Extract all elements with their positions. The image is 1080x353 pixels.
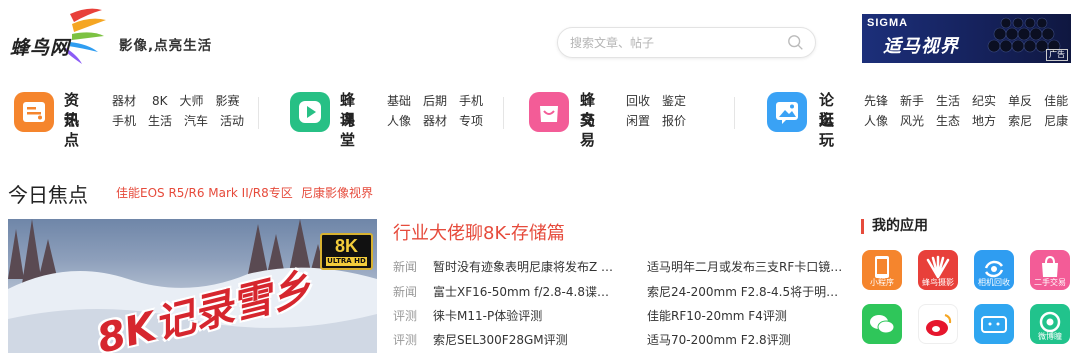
nav-title-forum-2[interactable]: 逛玩	[819, 110, 835, 150]
badge-big: 8K	[334, 236, 358, 256]
nav-title-class-2[interactable]: 课堂	[340, 110, 356, 150]
image-chat-icon[interactable]	[767, 92, 807, 132]
nav-link[interactable]: 手机	[459, 91, 483, 111]
news-row[interactable]: 评测 徕卡M11-P体验评测	[393, 307, 619, 324]
apps-title: 我的应用	[861, 219, 928, 234]
ad-tag: 广告	[1046, 49, 1068, 61]
news-title[interactable]: 富士XF16-50mm f/2.8-4.8谍照曝光	[433, 283, 619, 300]
news-category: 评测	[393, 333, 418, 347]
nav-link[interactable]: 汽车	[184, 111, 208, 131]
focus-link-canon[interactable]: 佳能EOS R5/R6 Mark II/R8专区	[116, 184, 293, 201]
app-fengniao-photo[interactable]: 蜂鸟摄影	[918, 250, 958, 290]
nav-link[interactable]: 专项	[459, 111, 483, 131]
nav-link[interactable]: 大师	[180, 91, 204, 111]
search-input[interactable]	[570, 34, 770, 52]
news-headline[interactable]: 行业大佬聊8K-存储篇	[393, 219, 565, 245]
news-category: 新闻	[393, 260, 418, 274]
nav-link[interactable]: 人像	[864, 111, 888, 131]
nav-link[interactable]: 索尼	[1008, 111, 1032, 131]
nav-link[interactable]: 鉴定	[662, 91, 686, 111]
news-title[interactable]: 徕卡M11-P体验评测	[433, 307, 619, 324]
nav-link[interactable]: 新手	[900, 91, 924, 111]
app-wechat[interactable]	[862, 304, 902, 344]
badge-small: ULTRA HD	[326, 257, 367, 266]
app-camera-recycle[interactable]: 相机回收	[974, 250, 1014, 290]
search-icon[interactable]	[787, 34, 805, 52]
8k-badge: 8K ULTRA HD	[320, 233, 373, 270]
nav-link[interactable]: 后期	[423, 91, 447, 111]
nav-link[interactable]: 报价	[662, 111, 686, 131]
focus-link-nikon[interactable]: 尼康影像视界	[301, 184, 373, 201]
nav-link[interactable]: 8K	[152, 91, 168, 111]
nav-link[interactable]: 尼康	[1044, 111, 1068, 131]
nav-divider	[258, 97, 259, 129]
news-row[interactable]: 新闻 富士XF16-50mm f/2.8-4.8谍照曝光	[393, 283, 619, 300]
news-category: 评测	[393, 309, 418, 323]
ad-brand: SIGMA	[867, 17, 909, 29]
focus-banner-image[interactable]: 8K ULTRA HD 8K记录雪乡	[8, 219, 377, 353]
news-row[interactable]: 新闻 暂时没有迹象表明尼康将发布Z 6III...	[393, 258, 619, 275]
nav-link[interactable]: 人像	[387, 111, 411, 131]
nav-title-news-2[interactable]: 热点	[64, 110, 80, 150]
app-label: 微博瞳	[1038, 332, 1062, 341]
app-second-hand[interactable]: 二手交易	[1030, 250, 1070, 290]
nav-divider	[503, 97, 504, 129]
nav-link[interactable]: 单反	[1008, 91, 1032, 111]
nav-link[interactable]: 佳能	[1044, 91, 1068, 111]
app-label: 蜂鸟摄影	[922, 278, 954, 287]
nav-title-trade-2[interactable]: 交易	[580, 110, 596, 150]
logo-text[interactable]: 蜂鸟网	[10, 33, 70, 60]
shopping-bag-icon[interactable]	[529, 92, 569, 132]
focus-title: 今日焦点	[8, 183, 88, 207]
news-icon[interactable]	[14, 92, 54, 132]
news-title[interactable]: 佳能RF10-20mm F4评测	[647, 307, 843, 324]
nav-link[interactable]: 风光	[900, 111, 924, 131]
slogan: 影像,点亮生活	[119, 38, 213, 54]
app-bilibili[interactable]	[974, 304, 1014, 344]
nav-link[interactable]: 闲置	[626, 111, 650, 131]
nav-divider	[734, 97, 735, 129]
nav-link[interactable]: 纪实	[972, 91, 996, 111]
app-weibo[interactable]	[918, 304, 958, 344]
news-title[interactable]: 索尼SEL300F28GM评测	[433, 331, 619, 348]
nav-link[interactable]: 回收	[626, 91, 650, 111]
app-label: 相机回收	[978, 278, 1010, 287]
nav-link[interactable]: 手机	[112, 111, 136, 131]
search-box[interactable]	[557, 27, 816, 58]
nav-link[interactable]: 生活	[936, 91, 960, 111]
news-category: 新闻	[393, 285, 418, 299]
ad-title: 适马视界	[883, 36, 959, 57]
play-icon[interactable]	[290, 92, 330, 132]
bilibili-icon	[981, 316, 1007, 333]
nav-link[interactable]: 基础	[387, 91, 411, 111]
app-label: 二手交易	[1034, 278, 1066, 287]
nav-link[interactable]: 器材	[112, 91, 136, 111]
news-title[interactable]: 索尼24-200mm F2.8-4.5将于明年...	[647, 283, 843, 300]
news-title[interactable]: 适马70-200mm F2.8评测	[647, 331, 843, 348]
news-title[interactable]: 暂时没有迹象表明尼康将发布Z 6III...	[433, 258, 619, 275]
nav-link[interactable]: 生活	[148, 111, 172, 131]
news-row[interactable]: 评测 索尼SEL300F28GM评测	[393, 331, 619, 348]
nav-link[interactable]: 活动	[220, 111, 244, 131]
sigma-ad-banner[interactable]: SIGMA 适马视界 广告	[862, 14, 1071, 63]
nav-link[interactable]: 先锋	[864, 91, 888, 111]
app-mini-program[interactable]: 小程序	[862, 250, 902, 290]
nav-link[interactable]: 生态	[936, 111, 960, 131]
app-label: 小程序	[870, 278, 894, 287]
nav-link[interactable]: 地方	[972, 111, 996, 131]
nav-link[interactable]: 器材	[423, 111, 447, 131]
app-eye[interactable]: 微博瞳	[1030, 304, 1070, 344]
news-title[interactable]: 适马明年二月或发布三支RF卡口镜头...	[647, 258, 843, 275]
weibo-icon	[926, 314, 952, 336]
nav-link[interactable]: 影赛	[216, 91, 240, 111]
wechat-icon	[870, 315, 895, 334]
